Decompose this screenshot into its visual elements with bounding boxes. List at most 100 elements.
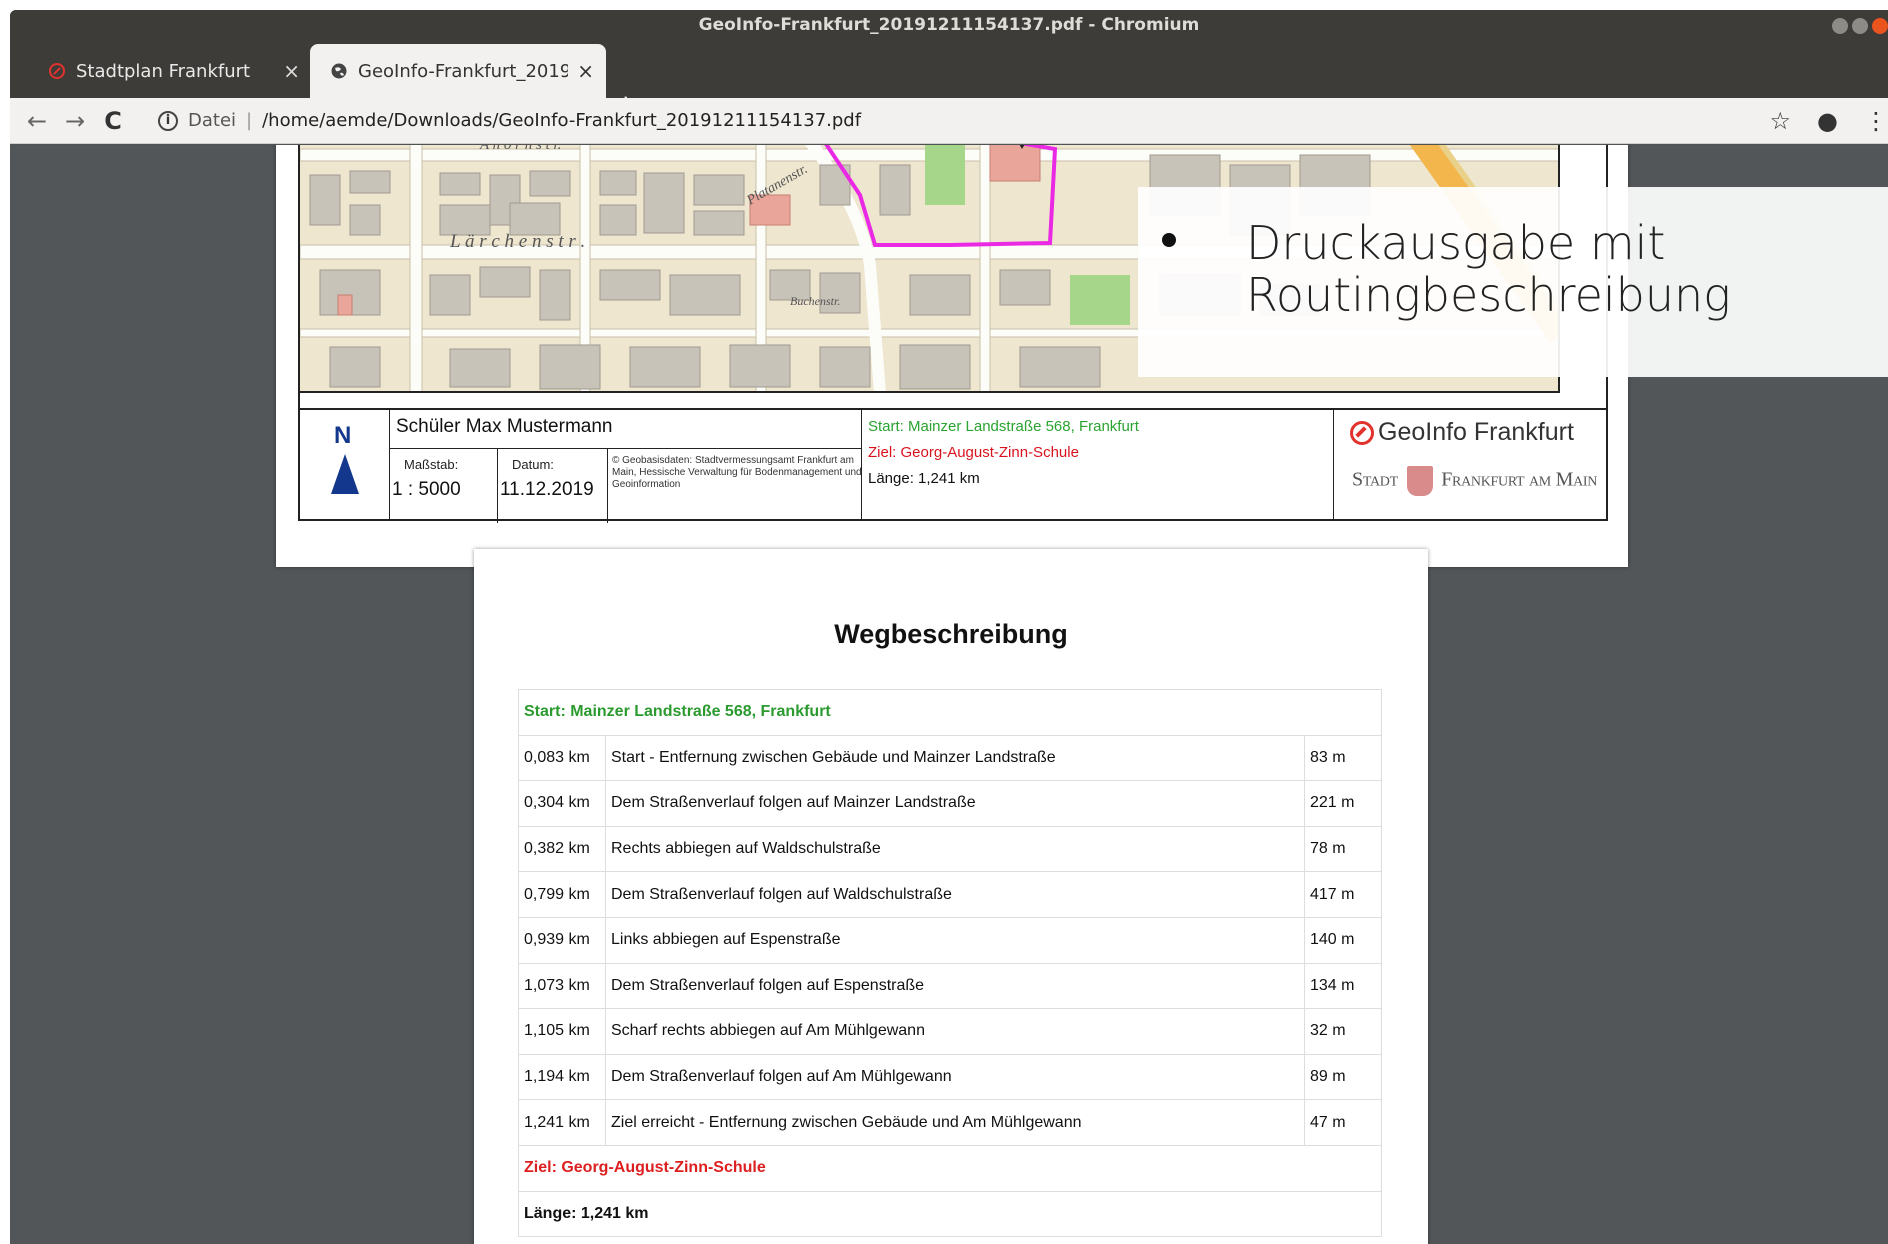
step-text: Links abbiegen auf Espenstraße (605, 916, 1305, 964)
table-row: 0,083 km Start - Entfernung zwischen Geb… (518, 734, 1382, 782)
table-row: 0,939 km Links abbiegen auf Espenstraße … (518, 916, 1382, 964)
map-street-label: A h o r n s t r. (479, 145, 561, 153)
step-km: 0,304 km (518, 780, 606, 827)
step-dist: 89 m (1304, 1053, 1382, 1101)
brand-cell: GeoInfo Frankfurt Stadt Frankfurt am Mai… (1334, 410, 1608, 521)
menu-icon[interactable]: ⋮ (1864, 107, 1888, 135)
date-value: 11.12.2019 (500, 479, 594, 500)
step-km: 1,194 km (518, 1053, 606, 1101)
table-row: 1,105 km Scharf rechts abbiegen auf Am M… (518, 1008, 1382, 1055)
reload-icon[interactable]: C (94, 107, 132, 135)
address-bar[interactable]: /home/aemde/Downloads/GeoInfo-Frankfurt_… (262, 110, 861, 131)
window-titlebar: GeoInfo-Frankfurt_20191211154137.pdf - C… (10, 10, 1888, 40)
step-text: Dem Straßenverlauf folgen auf Waldschuls… (605, 871, 1305, 918)
back-arrow-icon[interactable]: ← (18, 107, 56, 135)
north-label: N (334, 422, 352, 449)
tab-stadtplan[interactable]: Stadtplan Frankfurt × (30, 44, 310, 98)
table-row: 0,304 km Dem Straßenverlauf folgen auf M… (518, 780, 1382, 827)
tab-strip: Stadtplan Frankfurt × GeoInfo-Frankfurt_… (10, 40, 1888, 121)
step-text: Dem Straßenverlauf folgen auf Espenstraß… (605, 962, 1305, 1010)
table-row: 1,241 km Ziel erreicht - Entfernung zwis… (518, 1099, 1382, 1146)
scale-date-row: Maßstab: 1 : 5000 Datum: 11.12.2019 © Ge… (390, 448, 862, 523)
pdf-page-directions: Wegbeschreibung Start: Mainzer Landstraß… (474, 549, 1428, 1244)
bullet-icon (1162, 233, 1176, 247)
directions-start: Start: Mainzer Landstraße 568, Frankfurt (518, 689, 1382, 736)
brand-name: GeoInfo Frankfurt (1378, 418, 1574, 446)
slide-annotation: Druckausgabe mit Routingbeschreibung (1138, 187, 1888, 377)
annotation-line: Routingbeschreibung (1246, 268, 1731, 322)
close-window-button[interactable] (1872, 18, 1888, 34)
route-start-label: Start: Mainzer Landstraße 568, Frankfurt (868, 418, 1139, 435)
north-arrow-cell: N (298, 410, 390, 521)
browser-toolbar: ← → C i Datei | /home/aemde/Downloads/Ge… (10, 98, 1888, 144)
toolbar-actions: ☆ ● ⋮ (1770, 107, 1888, 135)
copyright-cell: © Geobasisdaten: Stadtvermessungsamt Fra… (608, 449, 862, 523)
map-street-label: Buchenstr. (790, 294, 840, 308)
tab-geoinfo-pdf[interactable]: GeoInfo-Frankfurt_2019121 × (310, 44, 606, 98)
step-dist: 221 m (1304, 780, 1382, 827)
annotation-line: Druckausgabe mit (1246, 216, 1666, 270)
step-km: 0,083 km (518, 734, 606, 782)
step-text: Dem Straßenverlauf folgen auf Mainzer La… (605, 780, 1305, 827)
date-label: Datum: (512, 457, 554, 472)
date-cell: Datum: 11.12.2019 (498, 449, 608, 523)
directions-dest: Ziel: Georg-August-Zinn-Schule (518, 1144, 1382, 1192)
step-text: Scharf rechts abbiegen auf Am Mühlgewann (605, 1008, 1305, 1055)
window-title: GeoInfo-Frankfurt_20191211154137.pdf - C… (698, 15, 1200, 35)
map-legend-block: N Schüler Max Mustermann Maßstab: 1 : 50… (298, 408, 1608, 523)
directions-title: Wegbeschreibung (834, 619, 1068, 649)
geoinfo-compass-icon (1350, 420, 1374, 445)
step-dist: 417 m (1304, 871, 1382, 918)
copyright-text: © Geobasisdaten: Stadtvermessungsamt Fra… (612, 455, 862, 490)
owner-name: Schüler Max Mustermann (396, 416, 613, 437)
pdf-viewport[interactable]: A h o r n s t r. L ä r c h e n s t r . P… (10, 145, 1888, 1244)
browser-window: GeoInfo-Frankfurt_20191211154137.pdf - C… (10, 10, 1888, 1244)
window-controls (1832, 18, 1888, 34)
step-dist: 134 m (1304, 962, 1382, 1010)
city-logo: Stadt Frankfurt am Main (1352, 466, 1597, 496)
directions-length: Länge: 1,241 km (518, 1190, 1382, 1238)
tab-close-icon[interactable]: × (577, 59, 594, 83)
step-text: Ziel erreicht - Entfernung zwischen Gebä… (605, 1099, 1305, 1146)
step-km: 1,241 km (518, 1099, 606, 1146)
scale-cell: Maßstab: 1 : 5000 (390, 449, 498, 523)
directions-table: Start: Mainzer Landstraße 568, Frankfurt… (518, 689, 1382, 1238)
geoinfo-compass-icon (49, 63, 65, 79)
security-label[interactable]: Datei (188, 110, 236, 131)
minimize-button[interactable] (1832, 18, 1848, 34)
step-dist: 83 m (1304, 734, 1382, 782)
table-row: Länge: 1,241 km (518, 1190, 1382, 1238)
route-summary-cell: Start: Mainzer Landstraße 568, Frankfurt… (862, 410, 1334, 521)
step-dist: 32 m (1304, 1008, 1382, 1055)
step-km: 0,939 km (518, 916, 606, 964)
city-crest-icon (1406, 466, 1433, 496)
tab-label: GeoInfo-Frankfurt_2019121 (358, 60, 568, 82)
table-row: 0,382 km Rechts abbiegen auf Waldschulst… (518, 825, 1382, 873)
owner-cell: Schüler Max Mustermann Maßstab: 1 : 5000… (390, 410, 862, 523)
route-dest-label: Ziel: Georg-August-Zinn-Schule (868, 444, 1079, 461)
step-text: Dem Straßenverlauf folgen auf Am Mühlgew… (605, 1053, 1305, 1101)
step-km: 0,382 km (518, 825, 606, 873)
route-length-label: Länge: 1,241 km (868, 470, 980, 487)
table-row: Ziel: Georg-August-Zinn-Schule (518, 1144, 1382, 1192)
info-icon[interactable]: i (158, 110, 178, 131)
step-km: 1,105 km (518, 1008, 606, 1055)
annotation-text: Druckausgabe mit Routingbeschreibung (1246, 217, 1731, 321)
tab-label: Stadtplan Frankfurt (76, 60, 251, 82)
geoinfo-logo: GeoInfo Frankfurt (1350, 418, 1574, 447)
table-row: 0,799 km Dem Straßenverlauf folgen auf W… (518, 871, 1382, 918)
table-row: Start: Mainzer Landstraße 568, Frankfurt (518, 689, 1382, 736)
scale-value: 1 : 5000 (392, 479, 461, 500)
brand-city-name: Frankfurt am Main (1441, 468, 1598, 491)
step-km: 1,073 km (518, 962, 606, 1010)
tab-close-icon[interactable]: × (283, 59, 300, 83)
bookmark-star-icon[interactable]: ☆ (1770, 107, 1792, 135)
table-row: 1,194 km Dem Straßenverlauf folgen auf A… (518, 1053, 1382, 1101)
maximize-button[interactable] (1852, 18, 1868, 34)
step-km: 0,799 km (518, 871, 606, 918)
profile-icon[interactable]: ● (1817, 107, 1838, 135)
step-dist: 78 m (1304, 825, 1382, 873)
step-dist: 140 m (1304, 916, 1382, 964)
map-street-label: L ä r c h e n s t r . (449, 231, 585, 252)
forward-arrow-icon[interactable]: → (56, 107, 94, 135)
